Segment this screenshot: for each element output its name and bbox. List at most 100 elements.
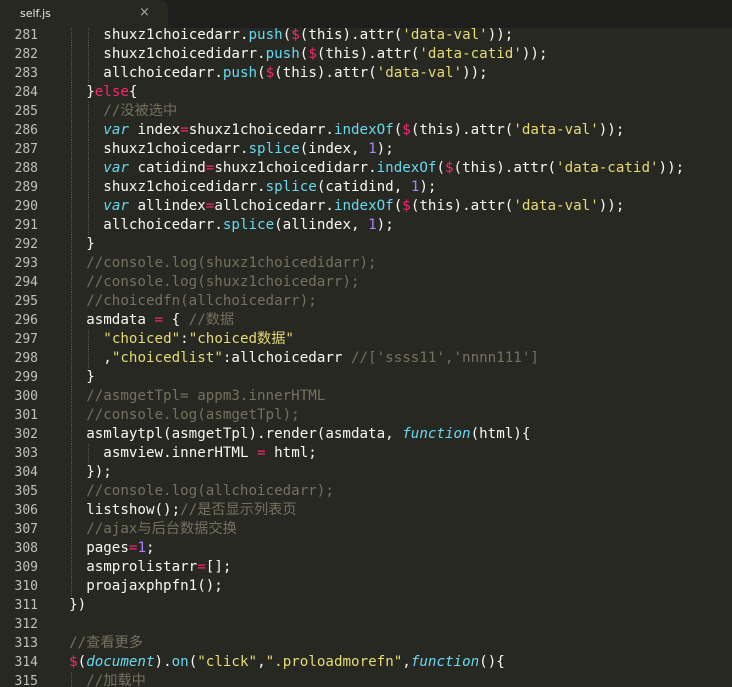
indent-guide: [71, 463, 73, 482]
tab-title: self.js: [20, 7, 51, 20]
code-token: :allchoicedarr: [222, 350, 352, 366]
code-line[interactable]: 309 asmprolistarr=[];: [0, 558, 732, 577]
code-token: 'data-catid': [556, 160, 659, 176]
line-number: 305: [14, 484, 38, 499]
code-line[interactable]: 303 asmview.innerHTML = html;: [0, 444, 732, 463]
code-line[interactable]: 284}else{: [0, 83, 732, 102]
line-number: 298: [14, 351, 38, 366]
code-token: push: [265, 46, 300, 62]
indent-guide: [88, 28, 90, 45]
code-token: var: [103, 122, 129, 138]
indent-guide: [88, 45, 90, 64]
code-line[interactable]: 290 var allindex=allchoicedarr.indexOf($(…: [0, 197, 732, 216]
code-text: //console.log(allchoicedarr);: [86, 482, 334, 501]
code-text: asmdata = { //数据: [86, 311, 234, 330]
line-number: 315: [14, 674, 38, 687]
code-token: (html){: [470, 426, 531, 442]
code-line[interactable]: 285 //没被选中: [0, 102, 732, 121]
code-token: "choiced数据": [188, 331, 294, 347]
code-line[interactable]: 312: [0, 615, 732, 634]
code-token: );: [419, 179, 437, 195]
indent-guide: [88, 330, 90, 349]
indent-guide: [71, 539, 73, 558]
code-line[interactable]: 281 shuxz1choicedarr.push($(this).attr('d…: [0, 28, 732, 45]
code-token: ));: [487, 28, 514, 43]
code-line[interactable]: 315 //加载中: [0, 672, 732, 687]
line-number: 304: [14, 465, 38, 480]
indent-guide: [71, 197, 73, 216]
code-text: $(document).on("click",".proloadmorefn",…: [69, 653, 505, 672]
code-line[interactable]: 311}): [0, 596, 732, 615]
code-text: asmprolistarr=[];: [86, 558, 231, 577]
code-line[interactable]: 282 shuxz1choicedidarr.push($(this).attr(…: [0, 45, 732, 64]
indent-guide: [71, 520, 73, 539]
indent-guide: [71, 482, 73, 501]
code-line[interactable]: 297 "choiced":"choiced数据": [0, 330, 732, 349]
code-line[interactable]: 308 pages=1;: [0, 539, 732, 558]
indent-guide: [71, 235, 73, 254]
code-token: ,: [402, 654, 411, 670]
code-line[interactable]: 298 ,"choicedlist":allchoicedarr //['ssss…: [0, 349, 732, 368]
code-token: ));: [462, 65, 488, 81]
code-token: asmprolistarr: [86, 559, 198, 575]
code-line[interactable]: 292}: [0, 235, 732, 254]
code-token: //没被选中: [103, 103, 178, 119]
code-line[interactable]: 288 var catidind=shuxz1choicedidarr.index…: [0, 159, 732, 178]
code-token: }: [86, 369, 95, 385]
close-icon[interactable]: ×: [139, 5, 150, 20]
code-line[interactable]: 291 allchoicedarr.splice(allindex, 1);: [0, 216, 732, 235]
line-number: 297: [14, 332, 38, 347]
code-token: }: [86, 236, 95, 252]
code-token: (allindex,: [274, 217, 369, 233]
code-line[interactable]: 299}: [0, 368, 732, 387]
line-number: 306: [14, 503, 38, 518]
code-token: (: [393, 198, 403, 214]
code-line[interactable]: 296 asmdata = { //数据: [0, 311, 732, 330]
line-number: 287: [14, 142, 38, 157]
code-token: push: [222, 65, 258, 81]
code-token: shuxz1choicedarr.: [103, 28, 249, 43]
code-line[interactable]: 305 //console.log(allchoicedarr);: [0, 482, 732, 501]
tab-self-js[interactable]: self.js ×: [0, 0, 168, 28]
code-line[interactable]: 295 //choicedfn(allchoicedarr);: [0, 292, 732, 311]
code-token: allchoicedarr.: [103, 65, 223, 81]
code-line[interactable]: 306 listshow();//是否显示列表页: [0, 501, 732, 520]
code-line[interactable]: 294 //console.log(shuxz1choicedarr);: [0, 273, 732, 292]
code-line[interactable]: 286 var index=shuxz1choicedarr.indexOf($(…: [0, 121, 732, 140]
code-token: shuxz1choicedidarr.: [103, 179, 266, 195]
line-number: 312: [14, 617, 38, 632]
code-text: }: [86, 235, 95, 254]
code-line[interactable]: 300 //asmgetTpl= appm3.innerHTML: [0, 387, 732, 406]
code-line[interactable]: 307 //ajax与后台数据交换: [0, 520, 732, 539]
code-text: shuxz1choicedidarr.splice(catidind, 1);: [103, 178, 436, 197]
code-line[interactable]: 302 asmlaytpl(asmgetTpl).render(asmdata, …: [0, 425, 732, 444]
code-text: }: [86, 368, 95, 387]
code-line[interactable]: 287 shuxz1choicedarr.splice(index, 1);: [0, 140, 732, 159]
indent-guide: [71, 102, 73, 121]
code-line[interactable]: 313 //查看更多: [0, 634, 732, 653]
code-line[interactable]: 289 shuxz1choicedidarr.splice(catidind, 1…: [0, 178, 732, 197]
code-token: shuxz1choicedidarr.: [214, 160, 377, 176]
indent-guide: [71, 254, 73, 273]
code-editor[interactable]: 281 shuxz1choicedarr.push($(this).attr('d…: [0, 28, 732, 687]
code-token: allindex: [128, 198, 206, 214]
line-number: 311: [14, 598, 38, 613]
code-token: (this).attr(: [410, 122, 514, 138]
code-line[interactable]: 283 allchoicedarr.push($(this).attr('data…: [0, 64, 732, 83]
code-token: //console.log(shuxz1choicedidarr);: [86, 255, 377, 271]
indent-guide: [71, 425, 73, 444]
code-line[interactable]: 310 proajaxphpfn1();: [0, 577, 732, 596]
code-token: $: [69, 654, 78, 670]
code-token: //ajax与后台数据交换: [86, 521, 237, 537]
indent-guide: [88, 64, 90, 83]
indent-guide: [71, 64, 73, 83]
code-line[interactable]: 304});: [0, 463, 732, 482]
code-line[interactable]: 293 //console.log(shuxz1choicedidarr);: [0, 254, 732, 273]
code-text: asmlaytpl(asmgetTpl).render(asmdata, fun…: [86, 425, 530, 444]
code-line[interactable]: 301 //console.log(asmgetTpl);: [0, 406, 732, 425]
indent-guide: [88, 159, 90, 178]
code-token: splice: [222, 217, 275, 233]
indent-guide: [71, 121, 73, 140]
code-line[interactable]: 314 $(document).on("click",".proloadmoref…: [0, 653, 732, 672]
code-token: //加载中: [86, 673, 146, 687]
